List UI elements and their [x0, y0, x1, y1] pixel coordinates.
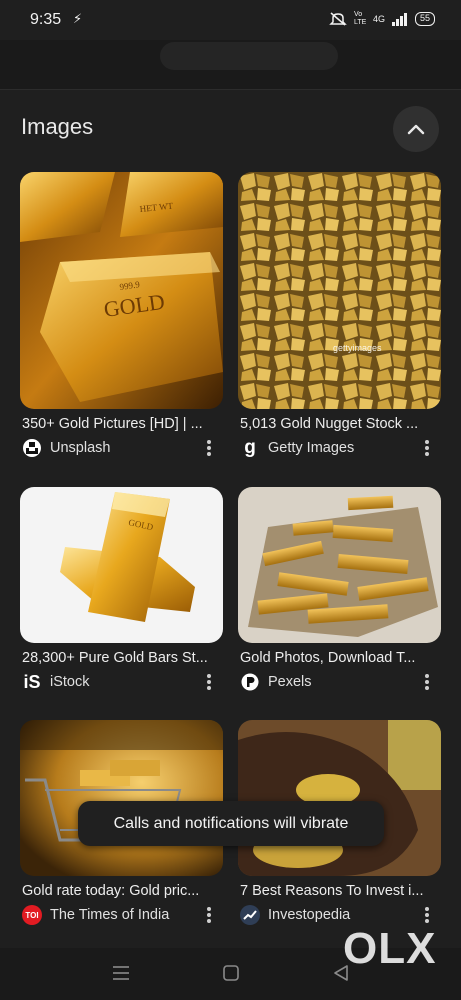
signal-icon [391, 12, 407, 26]
gold-nuggets-image: gettyimages [238, 172, 441, 409]
result-image[interactable] [238, 487, 441, 643]
gold-bar-stack-image [238, 487, 441, 643]
image-result-card[interactable]: GOLD 999.9 HET WT 350+ Gold Pictures [HD… [20, 172, 223, 458]
result-source[interactable]: g Getty Images [240, 437, 441, 458]
result-caption[interactable]: 7 Best Reasons To Invest i... [240, 883, 440, 899]
status-time: 9:35 [30, 11, 62, 28]
result-image[interactable] [238, 720, 441, 876]
result-source[interactable]: Pexels [240, 672, 441, 692]
battery-icon: 55 [414, 12, 435, 26]
source-name: Getty Images [268, 440, 355, 456]
gold-bars-image: GOLD 999.9 HET WT [20, 172, 223, 409]
image-result-card[interactable]: GOLD 28,300+ Pure Gold Bars St... iS iSt… [20, 487, 223, 692]
network-label: 4G [372, 14, 385, 24]
result-image[interactable]: GOLD 999.9 HET WT [20, 172, 223, 409]
home-icon[interactable] [222, 964, 240, 987]
more-options-icon[interactable] [201, 672, 217, 692]
result-source[interactable]: iS iStock [22, 672, 223, 692]
search-bar[interactable] [160, 42, 338, 70]
image-result-card[interactable]: gettyimages 5,013 Gold Nugget Stock ... … [238, 172, 441, 458]
result-image[interactable] [20, 720, 223, 876]
collapse-button[interactable] [393, 106, 439, 152]
result-image[interactable]: gettyimages [238, 172, 441, 409]
result-caption[interactable]: 5,013 Gold Nugget Stock ... [240, 416, 440, 432]
toi-logo-icon: TOI [22, 905, 42, 925]
result-source[interactable]: Unsplash [22, 438, 223, 458]
result-image[interactable]: GOLD [20, 487, 223, 643]
more-options-icon[interactable] [201, 905, 217, 925]
status-icons: Vo LTE 4G 55 [329, 11, 435, 27]
result-caption[interactable]: 28,300+ Pure Gold Bars St... [22, 650, 222, 666]
getty-watermark: gettyimages [333, 343, 382, 353]
result-source[interactable]: TOI The Times of India [22, 905, 223, 925]
recents-icon[interactable] [112, 964, 130, 987]
source-name: iStock [50, 674, 90, 690]
image-result-card[interactable]: Gold Photos, Download T... Pexels [238, 487, 441, 692]
more-options-icon[interactable] [419, 672, 435, 692]
olx-watermark: OLX [343, 924, 437, 973]
mute-icon [329, 12, 347, 26]
pexels-logo-icon [240, 672, 260, 692]
chevron-up-icon [407, 124, 425, 135]
more-options-icon[interactable] [201, 438, 217, 458]
gold-in-hand-image [238, 720, 441, 876]
more-options-icon[interactable] [419, 438, 435, 458]
more-options-icon[interactable] [419, 905, 435, 925]
volte-label: Vo LTE [353, 11, 367, 26]
getty-logo-icon: g [244, 437, 256, 458]
investopedia-logo-icon [240, 905, 260, 925]
unsplash-logo-icon [22, 438, 42, 458]
result-caption[interactable]: Gold Photos, Download T... [240, 650, 440, 666]
search-header [0, 40, 461, 90]
source-name: Pexels [268, 674, 312, 690]
result-caption[interactable]: Gold rate today: Gold pric... [22, 883, 222, 899]
source-name: The Times of India [50, 907, 170, 923]
result-caption[interactable]: 350+ Gold Pictures [HD] | ... [22, 416, 222, 432]
section-title: Images [21, 114, 94, 139]
status-bar: 9:35 ⚡ Vo LTE 4G 55 [0, 0, 461, 40]
source-name: Unsplash [50, 440, 111, 456]
vibrate-toast: Calls and notifications will vibrate [78, 801, 384, 846]
pure-gold-bars-image: GOLD [20, 487, 223, 643]
result-source[interactable]: Investopedia [240, 905, 441, 925]
source-name: Investopedia [268, 907, 351, 923]
charging-icon: ⚡ [73, 11, 83, 26]
istock-logo-icon: iS [23, 671, 41, 692]
gold-cart-image [20, 720, 223, 876]
